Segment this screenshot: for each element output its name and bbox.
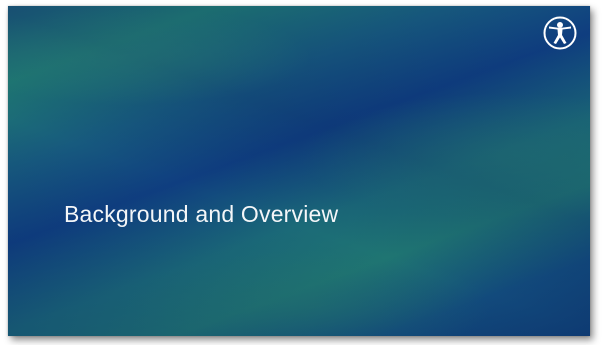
slide-title: Background and Overview <box>64 201 339 227</box>
vitruvian-figure-icon <box>543 16 577 50</box>
presentation-slide: Background and Overview <box>8 6 590 336</box>
page-frame: Background and Overview <box>0 0 603 345</box>
